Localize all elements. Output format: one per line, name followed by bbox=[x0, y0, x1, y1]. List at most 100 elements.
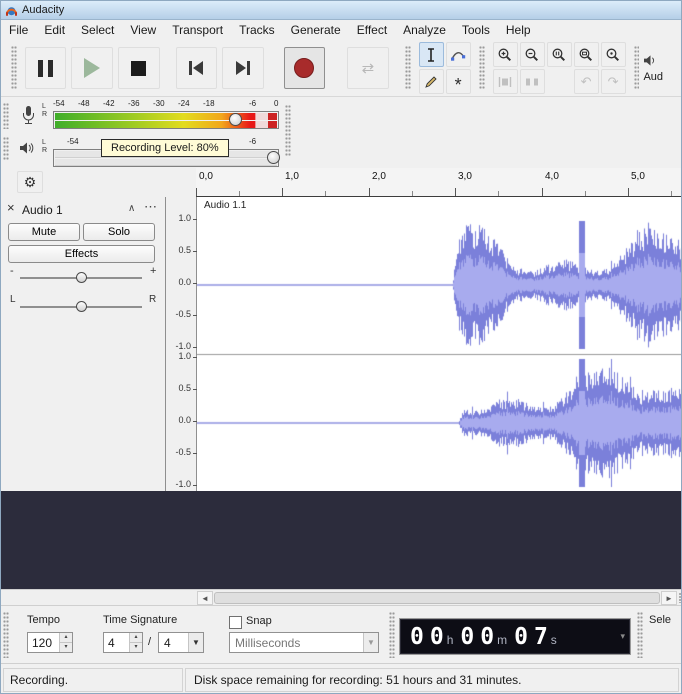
pan-slider-thumb[interactable] bbox=[76, 301, 87, 312]
gain-slider-thumb[interactable] bbox=[76, 272, 87, 283]
menu-item-generate[interactable]: Generate bbox=[283, 20, 349, 40]
chevron-down-icon[interactable]: ▼ bbox=[188, 633, 203, 652]
menu-item-help[interactable]: Help bbox=[498, 20, 539, 40]
redo-button[interactable]: ↷ bbox=[600, 69, 626, 94]
gain-max-label: + bbox=[150, 265, 157, 277]
clip-label[interactable]: Audio 1.1 bbox=[201, 200, 250, 211]
time-signature-upper-input[interactable]: 4 ▴ ▾ bbox=[103, 632, 143, 653]
play-button[interactable] bbox=[71, 47, 113, 89]
play-icon bbox=[84, 58, 101, 78]
trim-audio-button[interactable] bbox=[492, 69, 518, 94]
skip-to-end-button[interactable] bbox=[222, 47, 264, 89]
spin-down-icon[interactable]: ▾ bbox=[60, 643, 72, 652]
zoom-toggle-button[interactable] bbox=[600, 42, 626, 67]
track-menu-icon[interactable]: ⋯ bbox=[144, 199, 157, 215]
menu-item-view[interactable]: View bbox=[122, 20, 164, 40]
record-meter-bars[interactable] bbox=[53, 111, 279, 129]
timeline-tick bbox=[628, 188, 629, 196]
gear-icon: ⚙ bbox=[23, 173, 37, 190]
silence-audio-button[interactable] bbox=[519, 69, 545, 94]
time-signature-lower-select[interactable]: 4 ▼ bbox=[158, 632, 204, 653]
timeline-tick bbox=[412, 191, 413, 196]
menu-item-tools[interactable]: Tools bbox=[454, 20, 498, 40]
horizontal-scrollbar[interactable]: ◄ ► bbox=[1, 589, 681, 605]
menu-item-transport[interactable]: Transport bbox=[164, 20, 231, 40]
meter-scale-label: -42 bbox=[103, 99, 115, 108]
menu-item-tracks[interactable]: Tracks bbox=[231, 20, 283, 40]
time-display-grip[interactable] bbox=[389, 612, 395, 658]
menu-item-edit[interactable]: Edit bbox=[36, 20, 73, 40]
time-display-value[interactable]: 00 h 00 m 07 s ▾ bbox=[399, 618, 631, 655]
effects-button[interactable]: Effects bbox=[8, 245, 155, 263]
edit-toolbar-grip[interactable] bbox=[478, 46, 485, 90]
title-bar[interactable]: Audacity bbox=[1, 1, 681, 20]
vertical-ruler[interactable]: 1.0 0.5 0.0 -0.5 -1.0 1.0 0.5 0.0 -0.5 -1.0 bbox=[166, 197, 197, 491]
timeline-tick bbox=[585, 191, 586, 196]
menu-item-file[interactable]: File bbox=[1, 20, 36, 40]
timeline-ruler[interactable]: 0,0 1,0 2,0 3,0 4,0 5,0 bbox=[196, 168, 681, 197]
pause-button[interactable] bbox=[24, 47, 67, 89]
timeline-tick bbox=[325, 191, 326, 196]
zoom-out-button[interactable] bbox=[519, 42, 545, 67]
zoom-project-button[interactable] bbox=[573, 42, 599, 67]
recording-level-slider-thumb[interactable] bbox=[229, 113, 242, 126]
close-icon[interactable]: × bbox=[7, 201, 15, 214]
record-meter[interactable]: -54 -48 -42 -36 -30 -24 -18 -6 0 bbox=[53, 99, 281, 131]
solo-button[interactable]: Solo bbox=[83, 223, 155, 241]
selection-toolbar-grip[interactable] bbox=[637, 612, 643, 658]
time-digit[interactable]: 00 bbox=[410, 624, 450, 650]
mute-button[interactable]: Mute bbox=[8, 223, 80, 241]
loop-button[interactable]: ⇄ bbox=[347, 47, 389, 89]
timeline-tick bbox=[498, 191, 499, 196]
zoom-in-button[interactable] bbox=[492, 42, 518, 67]
scroll-right-button[interactable]: ► bbox=[661, 591, 677, 605]
playback-level-slider-thumb[interactable] bbox=[267, 151, 280, 164]
draw-tool-icon bbox=[425, 75, 437, 88]
amplitude-label: -1.0 bbox=[175, 341, 191, 351]
time-digit[interactable]: 00 bbox=[460, 624, 500, 650]
tempo-value: 120 bbox=[32, 635, 53, 650]
zoom-in-icon bbox=[498, 48, 512, 61]
audio-setup-button[interactable]: Aud bbox=[639, 54, 681, 83]
chevron-down-icon[interactable]: ▾ bbox=[620, 631, 625, 642]
stop-button[interactable] bbox=[118, 47, 160, 89]
scrollbar-thumb[interactable] bbox=[214, 592, 660, 604]
track-name[interactable]: Audio 1 bbox=[22, 203, 63, 217]
menu-item-select[interactable]: Select bbox=[73, 20, 122, 40]
meter-scale-label: 0 bbox=[274, 99, 279, 108]
envelope-tool-button[interactable] bbox=[445, 42, 471, 67]
undo-button[interactable]: ↶ bbox=[573, 69, 599, 94]
spin-up-icon[interactable]: ▴ bbox=[60, 633, 72, 643]
scroll-left-button[interactable]: ◄ bbox=[197, 591, 213, 605]
time-unit: s bbox=[550, 632, 557, 647]
timeline-options-button[interactable]: ⚙ bbox=[17, 171, 43, 193]
snap-mode-select[interactable]: Milliseconds ▼ bbox=[229, 632, 379, 653]
spin-down-icon[interactable]: ▾ bbox=[130, 643, 142, 652]
record-meter-grip[interactable] bbox=[3, 103, 9, 129]
tempo-spinner[interactable]: ▴ ▾ bbox=[59, 633, 72, 652]
record-icon bbox=[294, 58, 315, 78]
recording-level-tooltip: Recording Level: 80% bbox=[101, 139, 229, 157]
chevron-down-icon[interactable]: ▼ bbox=[363, 633, 378, 652]
playback-meter-grip[interactable] bbox=[3, 137, 9, 161]
spin-up-icon[interactable]: ▴ bbox=[130, 633, 142, 643]
tempo-input[interactable]: 120 ▴ ▾ bbox=[27, 632, 73, 653]
multi-tool-button[interactable]: * bbox=[445, 69, 471, 94]
tools-toolbar-grip[interactable] bbox=[404, 46, 411, 90]
record-button[interactable] bbox=[283, 47, 326, 89]
time-toolbar-grip[interactable] bbox=[3, 612, 9, 658]
collapse-icon[interactable]: ∧ bbox=[128, 203, 135, 214]
draw-tool-button[interactable] bbox=[418, 69, 444, 94]
zoom-selection-button[interactable] bbox=[546, 42, 572, 67]
selection-tool-button[interactable] bbox=[418, 42, 444, 67]
timeline-tick bbox=[671, 191, 672, 196]
snap-checkbox[interactable] bbox=[229, 616, 242, 629]
menu-item-analyze[interactable]: Analyze bbox=[395, 20, 454, 40]
menu-item-effect[interactable]: Effect bbox=[349, 20, 395, 40]
time-digit[interactable]: 07 bbox=[514, 624, 554, 650]
transport-toolbar-grip[interactable] bbox=[11, 46, 17, 90]
meter-toolbar-grip[interactable] bbox=[285, 105, 291, 157]
waveform-canvas[interactable] bbox=[197, 197, 681, 491]
skip-to-start-button[interactable] bbox=[175, 47, 218, 89]
time-signature-spinner[interactable]: ▴ ▾ bbox=[129, 633, 142, 652]
